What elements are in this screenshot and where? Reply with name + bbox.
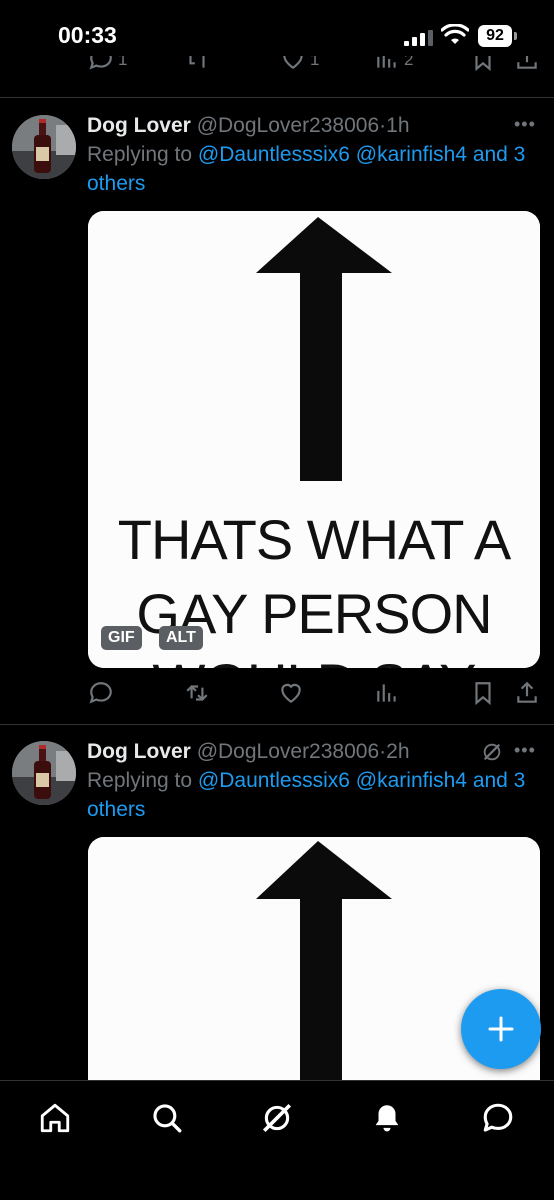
replying-to-label: Replying to bbox=[87, 769, 193, 792]
user-handle[interactable]: @DogLover238006 bbox=[197, 114, 379, 137]
media-gif[interactable]: THATS WHAT A GAY PERSON WOULD SAY GIF AL… bbox=[88, 211, 540, 668]
display-name[interactable]: Dog Lover bbox=[87, 740, 191, 763]
reply-mentions-link[interactable]: @Dauntlesssix6 @karinfish4 and 3 bbox=[198, 769, 525, 792]
home-icon[interactable] bbox=[38, 1101, 72, 1135]
messages-icon[interactable] bbox=[481, 1101, 515, 1135]
reply-mentions-others-link[interactable]: others bbox=[87, 798, 145, 821]
battery-indicator: 92 bbox=[478, 25, 512, 47]
status-time: 00:33 bbox=[58, 22, 117, 48]
replying-to-label: Replying to bbox=[87, 143, 193, 166]
bookmark-icon[interactable] bbox=[470, 680, 496, 706]
reply-icon[interactable] bbox=[88, 680, 114, 706]
reply-icon[interactable] bbox=[88, 56, 114, 72]
more-options-icon[interactable]: ••• bbox=[514, 740, 536, 761]
previous-tweet-actions: 1 1 2 bbox=[0, 56, 554, 76]
up-arrow-image bbox=[88, 837, 540, 1097]
alt-badge[interactable]: ALT bbox=[159, 626, 203, 650]
share-icon[interactable] bbox=[514, 56, 540, 72]
like-icon[interactable] bbox=[280, 56, 306, 72]
views-icon[interactable] bbox=[374, 680, 400, 706]
views-icon[interactable] bbox=[374, 56, 400, 72]
image-caption-line1: THATS WHAT A bbox=[117, 508, 511, 571]
avatar-wine-bottle-image bbox=[12, 741, 76, 805]
replying-to: Replying to @Dauntlesssix6 @karinfish4 a… bbox=[87, 766, 537, 824]
avatar-wine-bottle-image bbox=[12, 115, 76, 179]
tweet-header: Dog Lover @DogLover238006·1h bbox=[87, 114, 410, 138]
more-options-icon[interactable]: ••• bbox=[514, 114, 536, 135]
media-gif[interactable] bbox=[88, 837, 540, 1097]
cellular-signal-icon bbox=[404, 30, 433, 46]
wifi-icon bbox=[441, 24, 469, 44]
tweet[interactable]: Dog Lover @DogLover238006·1h ••• Replyin… bbox=[0, 98, 554, 725]
reply-mentions-others-link[interactable]: others bbox=[87, 172, 145, 195]
tweet-header: Dog Lover @DogLover238006·2h bbox=[87, 740, 410, 764]
compose-button[interactable] bbox=[461, 989, 541, 1069]
image-caption-line2: GAY PERSON bbox=[136, 582, 492, 645]
like-count: 1 bbox=[310, 56, 320, 69]
image-caption-line3: WOULD SAY bbox=[88, 651, 540, 668]
search-icon[interactable] bbox=[150, 1101, 184, 1135]
tweet-time: 1h bbox=[386, 114, 410, 137]
views-count: 2 bbox=[404, 56, 414, 69]
user-handle[interactable]: @DogLover238006 bbox=[197, 740, 379, 763]
share-icon[interactable] bbox=[514, 680, 540, 706]
retweet-icon[interactable] bbox=[184, 56, 210, 72]
retweet-icon[interactable] bbox=[184, 680, 210, 706]
grok-icon[interactable] bbox=[260, 1101, 294, 1135]
gif-badge: GIF bbox=[101, 626, 142, 650]
tweet-time: 2h bbox=[386, 740, 410, 763]
plus-icon bbox=[488, 1016, 514, 1042]
notifications-icon[interactable] bbox=[370, 1101, 404, 1135]
bottom-tab-bar bbox=[0, 1080, 554, 1200]
battery-tip bbox=[514, 32, 517, 40]
avatar[interactable] bbox=[12, 115, 76, 179]
tweet-actions bbox=[0, 680, 554, 710]
like-icon[interactable] bbox=[278, 680, 304, 706]
replying-to: Replying to @Dauntlesssix6 @karinfish4 a… bbox=[87, 140, 537, 198]
reply-mentions-link[interactable]: @Dauntlesssix6 @karinfish4 and 3 bbox=[198, 143, 525, 166]
grok-icon[interactable] bbox=[481, 741, 503, 763]
bookmark-icon[interactable] bbox=[470, 56, 496, 72]
reply-count: 1 bbox=[118, 56, 128, 69]
display-name[interactable]: Dog Lover bbox=[87, 114, 191, 137]
avatar[interactable] bbox=[12, 741, 76, 805]
